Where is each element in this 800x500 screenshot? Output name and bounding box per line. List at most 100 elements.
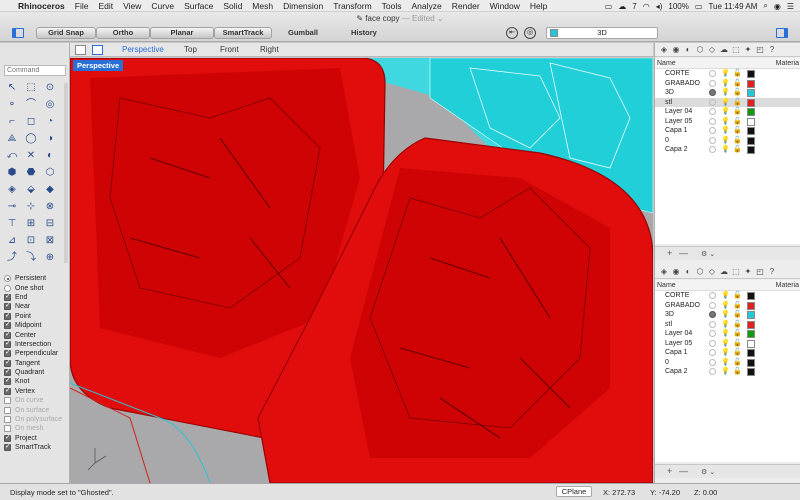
render-icon[interactable]: ⬚	[731, 267, 741, 277]
current-layer-radio[interactable]	[709, 117, 716, 125]
osnap-option[interactable]: One shot	[4, 283, 66, 292]
layer-options-button[interactable]: ⚙ ⌄	[701, 250, 715, 258]
object-icon[interactable]: ⬡	[695, 45, 705, 55]
tool-icon[interactable]: ⬙	[23, 183, 39, 197]
material-icon[interactable]: ◇	[707, 267, 717, 277]
layer-color-swatch[interactable]	[747, 70, 755, 78]
tool-icon[interactable]: ⊸	[4, 200, 20, 214]
current-layer-radio[interactable]	[709, 292, 716, 299]
gumball-button[interactable]: Gumball	[288, 27, 318, 39]
osnap-option[interactable]: Midpoint	[4, 320, 66, 330]
tool-icon[interactable]: ◈	[4, 183, 20, 197]
grid-view-icon[interactable]	[75, 45, 86, 55]
display-icon[interactable]: ◐	[683, 45, 693, 55]
history-button[interactable]: History	[351, 27, 377, 39]
menu-analyze[interactable]: Analyze	[412, 1, 442, 11]
unlock-icon[interactable]: 🔓	[733, 88, 742, 96]
visibility-bulb-icon[interactable]: 💡	[721, 79, 730, 87]
osnap-checkbox[interactable]	[4, 292, 11, 301]
layer-row[interactable]: Layer 05 💡 🔓	[655, 339, 800, 349]
menu-dimension[interactable]: Dimension	[283, 1, 323, 11]
display-icon[interactable]: ▭	[605, 2, 613, 11]
current-layer-radio[interactable]	[709, 330, 716, 337]
menu-edit[interactable]: Edit	[98, 1, 113, 11]
material-column-header[interactable]: Materia	[776, 282, 799, 289]
layer-color-swatch[interactable]	[747, 358, 755, 367]
layer-color-swatch[interactable]	[747, 311, 755, 319]
osnap-option[interactable]: On curve	[4, 396, 66, 405]
osnap-checkbox[interactable]	[4, 376, 11, 386]
osnap-option[interactable]: SmartTrack	[4, 442, 66, 452]
tool-icon[interactable]: ⊹	[23, 200, 39, 214]
osnap-option[interactable]: Persistent	[4, 274, 66, 283]
tool-icon[interactable]: ⬡	[42, 166, 58, 180]
osnap-checkbox[interactable]	[4, 386, 11, 395]
unlock-icon[interactable]: 🔓	[733, 79, 742, 87]
tool-icon[interactable]: ◔	[42, 115, 58, 129]
visibility-bulb-icon[interactable]: 💡	[721, 320, 730, 328]
visibility-bulb-icon[interactable]: 💡	[721, 69, 730, 77]
layer-row[interactable]: Capa 1 💡 🔓	[655, 126, 800, 136]
menu-tools[interactable]: Tools	[382, 1, 402, 11]
menu-help[interactable]: Help	[530, 1, 547, 11]
menu-surface[interactable]: Surface	[184, 1, 213, 11]
layer-row[interactable]: Capa 2 💡 🔓	[655, 145, 800, 155]
menu-transform[interactable]: Transform	[333, 1, 371, 11]
unlock-icon[interactable]: 🔓	[733, 69, 742, 77]
menu-rhinoceros[interactable]: Rhinoceros	[18, 1, 65, 11]
layer-color-swatch[interactable]	[747, 79, 755, 88]
add-layer-button[interactable]: +	[667, 248, 672, 258]
layer-row[interactable]: Capa 2 💡 🔓	[655, 367, 800, 377]
visibility-bulb-icon[interactable]: 💡	[721, 310, 730, 318]
layer-color-swatch[interactable]	[747, 330, 755, 338]
material-column-header[interactable]: Materia	[776, 60, 799, 67]
visibility-bulb-icon[interactable]: 💡	[721, 98, 730, 106]
layer-color-swatch[interactable]	[747, 368, 755, 376]
osnap-option[interactable]: Center	[4, 330, 66, 339]
osnap-checkbox[interactable]	[4, 367, 11, 377]
layer-row[interactable]: Capa 1 💡 🔓	[655, 348, 800, 358]
name-column-header[interactable]: Name	[657, 282, 676, 289]
osnap-checkbox[interactable]	[4, 416, 11, 424]
layer-row[interactable]: GRABADO 💡 🔓	[655, 79, 800, 89]
view-icon[interactable]: ◰	[755, 267, 765, 277]
layer-color-swatch[interactable]	[747, 292, 755, 300]
osnap-option[interactable]: Knot	[4, 376, 66, 386]
tool-icon[interactable]: ⊕	[42, 251, 58, 265]
smarttrack-button[interactable]: SmartTrack	[214, 27, 272, 39]
layer-color-swatch[interactable]	[747, 146, 755, 154]
osnap-radio[interactable]	[4, 284, 11, 292]
left-sidebar-toggle-icon[interactable]	[12, 28, 24, 38]
osnap-option[interactable]: Near	[4, 301, 66, 311]
unlock-icon[interactable]: 🔓	[733, 348, 742, 356]
tool-icon[interactable]: ⊿	[4, 234, 20, 248]
unlock-icon[interactable]: 🔓	[733, 117, 742, 125]
tool-icon[interactable]: ⤴	[4, 251, 20, 265]
layer-color-swatch[interactable]	[747, 127, 755, 135]
visibility-bulb-icon[interactable]: 💡	[721, 339, 730, 347]
tool-icon[interactable]: ⟁	[4, 132, 20, 146]
current-layer-radio[interactable]	[709, 368, 716, 375]
current-layer-radio[interactable]	[709, 146, 716, 153]
osnap-checkbox[interactable]	[4, 433, 11, 442]
visibility-bulb-icon[interactable]: 💡	[721, 358, 730, 366]
tool-icon[interactable]: ⌒	[23, 98, 39, 112]
layer-row[interactable]: GRABADO 💡 🔓	[655, 301, 800, 311]
search-icon[interactable]: ⌕	[763, 1, 767, 11]
current-layer-radio[interactable]	[709, 339, 716, 347]
unlock-icon[interactable]: 🔓	[733, 145, 742, 153]
layer-row[interactable]: stl 💡 🔓	[655, 97, 800, 107]
right-sidebar-toggle-icon[interactable]	[776, 28, 788, 38]
menu-mesh[interactable]: Mesh	[252, 1, 273, 11]
current-layer-radio[interactable]	[709, 89, 716, 96]
osnap-option[interactable]: On mesh	[4, 424, 66, 433]
current-layer-radio[interactable]	[709, 70, 716, 77]
single-view-icon[interactable]	[92, 45, 103, 55]
layer-color-swatch[interactable]	[747, 108, 755, 116]
visibility-bulb-icon[interactable]: 💡	[721, 117, 730, 125]
layers-icon[interactable]: ◈	[659, 267, 669, 277]
current-layer-radio[interactable]	[709, 127, 716, 134]
display-icon[interactable]: ◐	[683, 267, 693, 277]
tool-icon[interactable]: ⊗	[42, 200, 58, 214]
layer-color-swatch[interactable]	[747, 320, 755, 329]
